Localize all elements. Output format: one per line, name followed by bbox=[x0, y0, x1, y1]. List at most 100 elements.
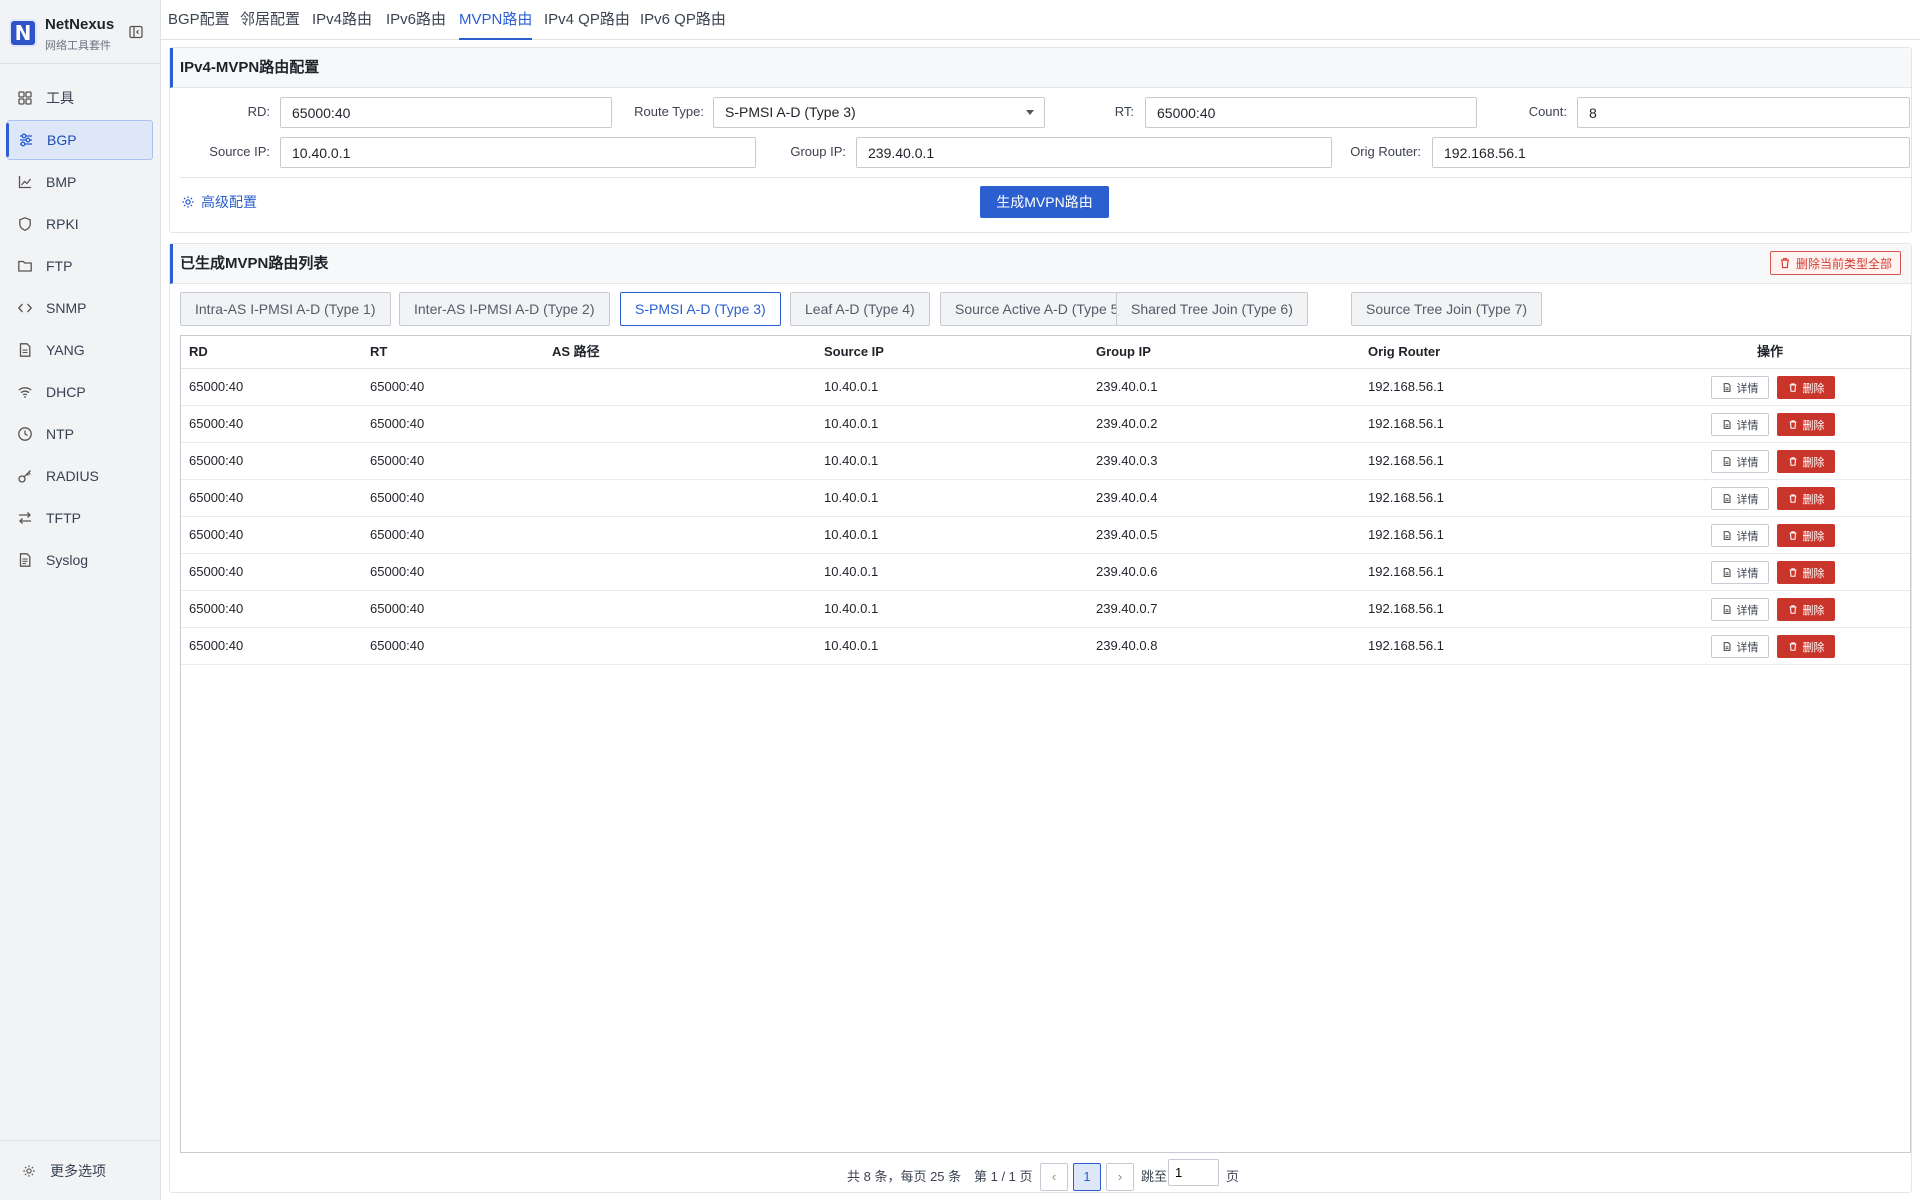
type-tab-4[interactable]: Leaf A-D (Type 4) bbox=[790, 292, 930, 326]
tab-neighbor-config[interactable]: 邻居配置 bbox=[240, 0, 300, 40]
sliders-icon bbox=[17, 131, 35, 149]
trash-icon bbox=[1788, 456, 1798, 467]
cell-source-ip: 10.40.0.1 bbox=[824, 379, 879, 394]
table-row: 65000:40 65000:40 10.40.0.1 239.40.0.4 192.1… bbox=[181, 480, 1910, 517]
count-input[interactable] bbox=[1577, 97, 1910, 128]
sidebar-item-label: YANG bbox=[46, 342, 85, 358]
sidebar-item-ftp[interactable]: FTP bbox=[7, 246, 153, 286]
column-header-as-path: AS 路径 bbox=[552, 344, 600, 359]
file-icon bbox=[1722, 456, 1732, 467]
group-ip-input[interactable] bbox=[856, 137, 1332, 168]
prev-page-button[interactable]: ‹ bbox=[1040, 1163, 1068, 1191]
generate-mvpn-button[interactable]: 生成MVPN路由 bbox=[980, 186, 1109, 218]
more-options-button[interactable]: 更多选项 bbox=[0, 1140, 160, 1200]
page-1-button[interactable]: 1 bbox=[1073, 1163, 1101, 1191]
sidebar-item-syslog[interactable]: Syslog bbox=[7, 540, 153, 580]
type-tab-3[interactable]: S-PMSI A-D (Type 3) bbox=[620, 292, 781, 326]
delete-all-type-button[interactable]: 删除当前类型全部 bbox=[1769, 251, 1901, 275]
delete-button[interactable]: 删除 bbox=[1777, 487, 1835, 510]
sidebar-item-dhcp[interactable]: DHCP bbox=[7, 372, 153, 412]
delete-button[interactable]: 删除 bbox=[1777, 524, 1835, 547]
sidebar-item-radius[interactable]: RADIUS bbox=[7, 456, 153, 496]
cell-rt: 65000:40 bbox=[370, 527, 425, 542]
sidebar-collapse-icon[interactable] bbox=[128, 24, 144, 40]
sidebar-item-ntp[interactable]: NTP bbox=[7, 414, 153, 454]
clock-icon bbox=[16, 425, 34, 443]
config-panel-title: IPv4-MVPN路由配置 bbox=[170, 48, 1911, 88]
sidebar-item-label: RPKI bbox=[46, 216, 79, 232]
cell-source-ip: 10.40.0.1 bbox=[824, 527, 879, 542]
tab-bgp-config[interactable]: BGP配置 bbox=[168, 0, 230, 40]
sidebar-item-tftp[interactable]: TFTP bbox=[7, 498, 153, 538]
count-label: Count: bbox=[1528, 104, 1567, 119]
sidebar-nav: 工具 BGP BMP RPKI FTP SNMP YANG DHCP NTP R… bbox=[0, 78, 160, 582]
sidebar-item-bmp[interactable]: BMP bbox=[7, 162, 153, 202]
jump-page-input[interactable] bbox=[1168, 1159, 1219, 1186]
sidebar-item-tools[interactable]: 工具 bbox=[7, 78, 153, 118]
detail-button[interactable]: 详情 bbox=[1711, 561, 1769, 584]
cell-rd: 65000:40 bbox=[189, 453, 244, 468]
chart-icon bbox=[16, 173, 34, 191]
sidebar-item-label: FTP bbox=[46, 258, 73, 274]
sidebar-item-label: TFTP bbox=[46, 510, 81, 526]
delete-button[interactable]: 删除 bbox=[1777, 376, 1835, 399]
tab-ipv4-qp-routes[interactable]: IPv4 QP路由 bbox=[544, 0, 630, 40]
delete-button[interactable]: 删除 bbox=[1777, 635, 1835, 658]
delete-button[interactable]: 删除 bbox=[1777, 450, 1835, 473]
key-icon bbox=[16, 467, 34, 485]
cell-orig-router: 192.168.56.1 bbox=[1368, 527, 1444, 542]
delete-button[interactable]: 删除 bbox=[1777, 561, 1835, 584]
delete-label: 删除 bbox=[1802, 419, 1825, 432]
column-header-actions: 操作 bbox=[1757, 344, 1784, 359]
cell-rd: 65000:40 bbox=[189, 564, 244, 579]
detail-button[interactable]: 详情 bbox=[1711, 487, 1769, 510]
tab-ipv6-routes[interactable]: IPv6路由 bbox=[386, 0, 446, 40]
file-icon bbox=[16, 341, 34, 359]
detail-button[interactable]: 详情 bbox=[1711, 376, 1769, 399]
type-tab-5[interactable]: Source Active A-D (Type 5) bbox=[940, 292, 1139, 326]
cell-group-ip: 239.40.0.8 bbox=[1096, 638, 1158, 653]
detail-button[interactable]: 详情 bbox=[1711, 450, 1769, 473]
config-divider bbox=[180, 177, 1911, 178]
next-page-button[interactable]: › bbox=[1106, 1163, 1134, 1191]
gear-icon bbox=[22, 1164, 36, 1178]
tab-ipv4-routes[interactable]: IPv4路由 bbox=[312, 0, 372, 40]
type-tab-1[interactable]: Intra-AS I-PMSI A-D (Type 1) bbox=[180, 292, 391, 326]
cell-rt: 65000:40 bbox=[370, 564, 425, 579]
sidebar-item-snmp[interactable]: SNMP bbox=[7, 288, 153, 328]
table-row: 65000:40 65000:40 10.40.0.1 239.40.0.2 192.1… bbox=[181, 406, 1910, 443]
rt-input[interactable] bbox=[1145, 97, 1477, 128]
app-name: NetNexus bbox=[45, 16, 115, 33]
advanced-config-link[interactable]: 高级配置 bbox=[181, 192, 257, 212]
type-tab-7[interactable]: Source Tree Join (Type 7) bbox=[1351, 292, 1543, 326]
detail-button[interactable]: 详情 bbox=[1711, 598, 1769, 621]
detail-button[interactable]: 详情 bbox=[1711, 413, 1769, 436]
table-row: 65000:40 65000:40 10.40.0.1 239.40.0.8 192.1… bbox=[181, 628, 1910, 665]
tab-mvpn-routes[interactable]: MVPN路由 bbox=[459, 0, 533, 40]
detail-button[interactable]: 详情 bbox=[1711, 524, 1769, 547]
cell-source-ip: 10.40.0.1 bbox=[824, 601, 879, 616]
type-tab-2[interactable]: Inter-AS I-PMSI A-D (Type 2) bbox=[399, 292, 610, 326]
sidebar-item-label: BMP bbox=[46, 174, 77, 190]
delete-button[interactable]: 删除 bbox=[1777, 598, 1835, 621]
sidebar-item-yang[interactable]: YANG bbox=[7, 330, 153, 370]
sidebar-item-bgp[interactable]: BGP bbox=[6, 120, 153, 160]
delete-button[interactable]: 删除 bbox=[1777, 413, 1835, 436]
sidebar-item-rpki[interactable]: RPKI bbox=[7, 204, 153, 244]
cell-source-ip: 10.40.0.1 bbox=[824, 564, 879, 579]
top-tab-bar: BGP配置 邻居配置 IPv4路由 IPv6路由 MVPN路由 IPv4 QP路… bbox=[161, 0, 1920, 40]
rt-label: RT: bbox=[1114, 104, 1134, 119]
source-ip-input[interactable] bbox=[280, 137, 756, 168]
cell-rd: 65000:40 bbox=[189, 416, 244, 431]
detail-button[interactable]: 详情 bbox=[1711, 635, 1769, 658]
rd-input[interactable] bbox=[280, 97, 612, 128]
grid-icon bbox=[16, 89, 34, 107]
route-type-select[interactable]: S-PMSI A-D (Type 3) bbox=[713, 97, 1045, 128]
orig-router-input[interactable] bbox=[1432, 137, 1910, 168]
type-tab-6[interactable]: Shared Tree Join (Type 6) bbox=[1116, 292, 1308, 326]
tab-ipv6-qp-routes[interactable]: IPv6 QP路由 bbox=[640, 0, 726, 40]
pagination-summary: 共 8 条，每页 25 条 bbox=[847, 1169, 962, 1184]
cell-source-ip: 10.40.0.1 bbox=[824, 638, 879, 653]
trash-icon bbox=[1788, 604, 1798, 615]
sidebar-item-label: DHCP bbox=[46, 384, 86, 400]
